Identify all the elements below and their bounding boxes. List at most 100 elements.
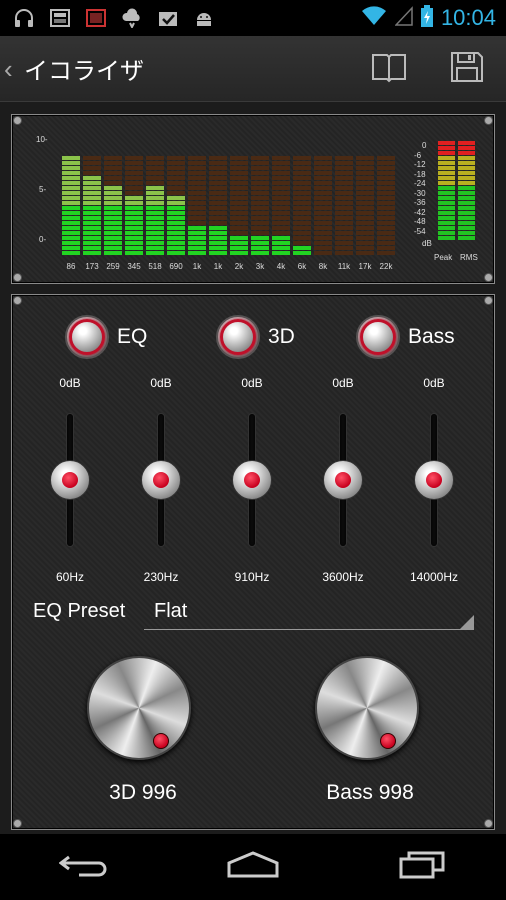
up-button[interactable]: ‹	[4, 36, 22, 102]
meter-cell	[458, 221, 475, 225]
eq-toggle[interactable]: EQ	[65, 315, 147, 359]
db-scale-label: -24	[414, 179, 426, 188]
meter-cell	[458, 211, 475, 215]
spectrum-cell	[356, 191, 374, 195]
spectrum-cell	[125, 206, 143, 210]
preset-label: EQ Preset	[33, 600, 126, 622]
bass-toggle[interactable]: Bass	[356, 315, 455, 359]
eq-band-slider-thumb[interactable]	[414, 460, 454, 500]
spectrum-cell	[356, 241, 374, 245]
spectrum-cell	[272, 176, 290, 180]
meter-cell	[458, 141, 475, 145]
spectrum-cell	[251, 186, 269, 190]
spectrum-cell	[146, 236, 164, 240]
spectrum-cell	[62, 176, 80, 180]
spectrum-cell	[188, 211, 206, 215]
spectrum-cell	[146, 206, 164, 210]
spectrum-cell	[272, 221, 290, 225]
spectrum-cell	[188, 216, 206, 220]
spectrum-cell	[167, 181, 185, 185]
3d-toggle-label: 3D	[268, 325, 295, 348]
spectrum-cell	[314, 181, 332, 185]
spectrum-cell	[188, 171, 206, 175]
screw	[14, 820, 21, 827]
spectrum-cell	[314, 241, 332, 245]
status-bar: 10:04	[0, 0, 506, 36]
spectrum-cell	[104, 201, 122, 205]
spectrum-cell	[146, 211, 164, 215]
3d-knob[interactable]	[87, 656, 191, 760]
spectrum-cell	[314, 201, 332, 205]
spectrum-band-label: 22k	[379, 262, 393, 271]
app-title: イコライザ	[24, 58, 144, 85]
spectrum-cell	[209, 236, 227, 240]
back-button[interactable]	[54, 847, 114, 887]
spectrum-cell	[62, 161, 80, 165]
eq-band-slider-thumb[interactable]	[323, 460, 363, 500]
spectrum-cell	[125, 156, 143, 160]
spectrum-band	[293, 155, 311, 255]
spectrum-cell	[251, 191, 269, 195]
spectrum-band	[251, 155, 269, 255]
spectrum-cell	[335, 226, 353, 230]
spectrum-cell	[356, 186, 374, 190]
spectrum-cell	[83, 251, 101, 255]
preset-dropdown[interactable]: Flat	[144, 598, 474, 630]
meter-cell	[458, 161, 475, 165]
spectrum-cell	[146, 166, 164, 170]
book-button[interactable]	[366, 48, 412, 90]
meter-cell	[458, 166, 475, 170]
spectrum-cell	[230, 186, 248, 190]
meter-cell	[438, 226, 455, 230]
spectrum-cell	[356, 211, 374, 215]
spectrum-cell	[230, 206, 248, 210]
spectrum-cell	[251, 196, 269, 200]
spectrum-cell	[335, 161, 353, 165]
spectrum-cell	[188, 191, 206, 195]
spectrum-cell	[104, 191, 122, 195]
spectrum-band	[125, 155, 143, 255]
meter-cell	[438, 141, 455, 145]
spectrum-cell	[146, 226, 164, 230]
save-button[interactable]	[444, 48, 490, 90]
spectrum-cell	[251, 241, 269, 245]
spectrum-cell	[377, 216, 395, 220]
spectrum-cell	[293, 186, 311, 190]
spectrum-cell	[272, 166, 290, 170]
spectrum-cell	[230, 216, 248, 220]
spectrum-band-label: 173	[85, 262, 99, 271]
spectrum-cell	[62, 201, 80, 205]
spectrum-cell	[83, 246, 101, 250]
spectrum-cell	[104, 236, 122, 240]
spectrum-cell	[62, 206, 80, 210]
spectrum-cell	[377, 251, 395, 255]
meter-cell	[438, 171, 455, 175]
spectrum-cell	[125, 186, 143, 190]
home-icon	[226, 850, 280, 884]
bass-knob[interactable]	[315, 656, 419, 760]
spectrum-cell	[209, 231, 227, 235]
home-button[interactable]	[223, 847, 283, 887]
3d-toggle-knob	[216, 315, 260, 359]
spectrum-cell	[272, 186, 290, 190]
meter-cell	[438, 196, 455, 200]
spectrum-cell	[356, 251, 374, 255]
eq-band-slider-thumb[interactable]	[141, 460, 181, 500]
spectrum-cell	[314, 166, 332, 170]
spectrum-cell	[293, 166, 311, 170]
spectrum-cell	[314, 206, 332, 210]
eq-band-slider-thumb[interactable]	[232, 460, 272, 500]
preset-value: Flat	[154, 600, 188, 622]
spectrum-cell	[377, 246, 395, 250]
spectrum-cell	[209, 201, 227, 205]
spectrum-cell	[167, 246, 185, 250]
spectrum-cell	[272, 241, 290, 245]
spectrum-band-label: 8k	[318, 262, 328, 271]
meter-cell	[438, 156, 455, 160]
recents-button[interactable]	[392, 847, 452, 887]
eq-band-slider-thumb[interactable]	[50, 460, 90, 500]
3d-toggle[interactable]: 3D	[216, 315, 295, 359]
peak-meter	[438, 141, 455, 240]
spectrum-cell	[293, 241, 311, 245]
meter-cell	[458, 156, 475, 160]
